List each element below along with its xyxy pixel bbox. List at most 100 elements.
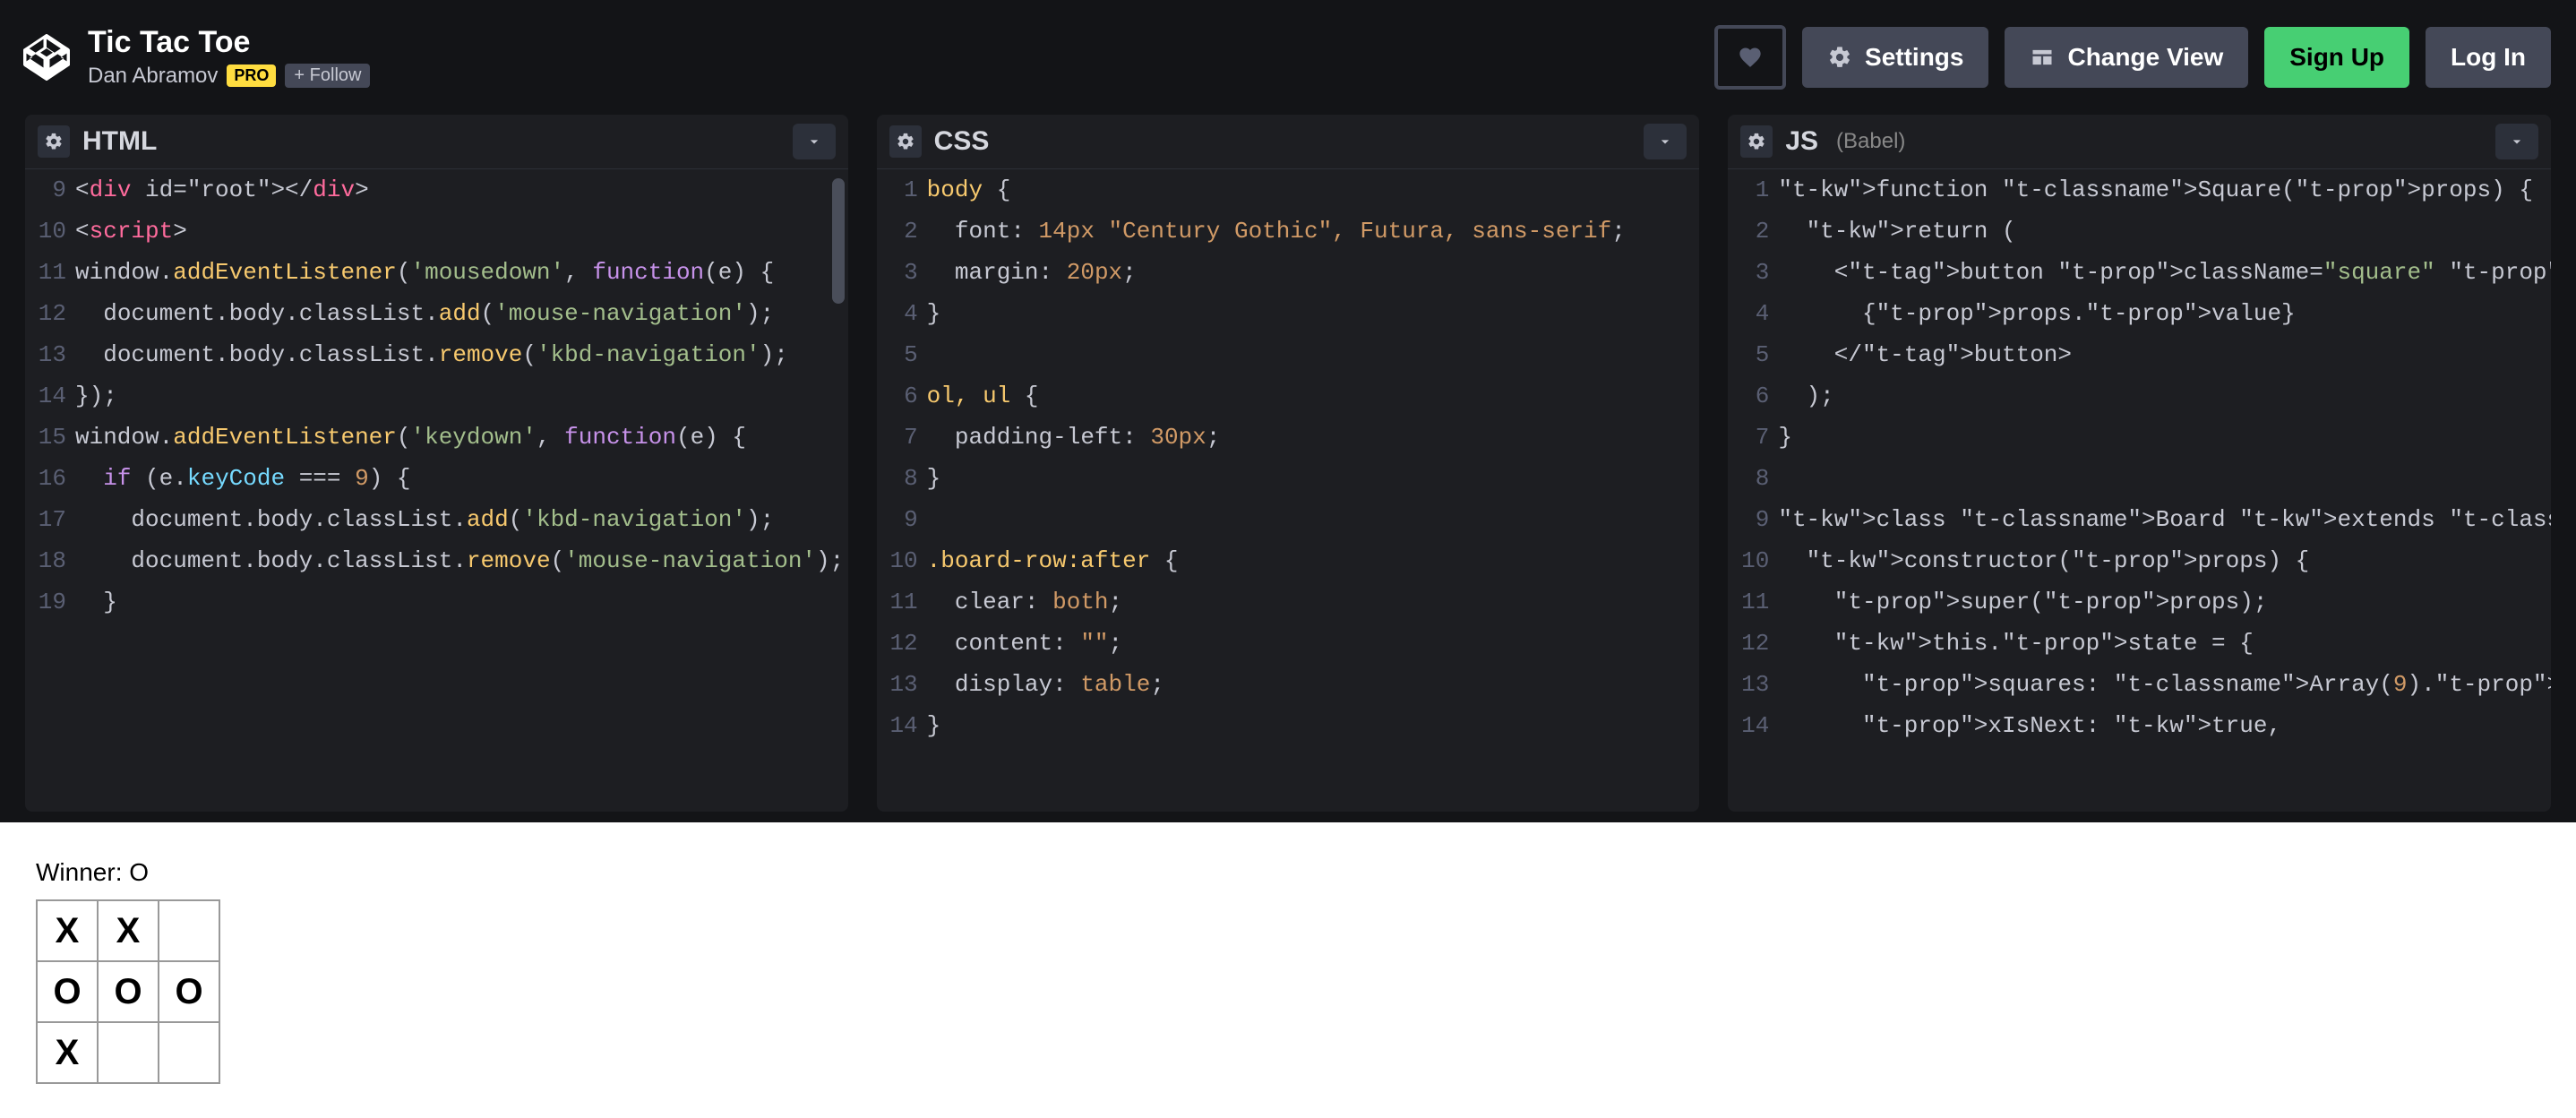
board-square[interactable]: O (36, 960, 99, 1023)
code-line[interactable]: </"t-tag">button> (1778, 334, 2551, 375)
line-number: 11 (1728, 581, 1769, 623)
js-editor-menu-button[interactable] (2495, 124, 2538, 159)
code-line[interactable]: "t-kw">function "t-classname">Square("t-… (1778, 169, 2551, 211)
css-editor-menu-button[interactable] (1644, 124, 1687, 159)
code-line[interactable]: "t-prop">xIsNext: "t-kw">true, (1778, 705, 2551, 746)
code-line[interactable]: } (927, 705, 1700, 746)
html-code-lines[interactable]: <div id="root"></div><script>window.addE… (75, 169, 848, 812)
heart-icon (1738, 45, 1763, 70)
settings-button[interactable]: Settings (1802, 27, 1988, 88)
login-button[interactable]: Log In (2426, 27, 2551, 88)
love-button[interactable] (1714, 25, 1786, 90)
code-line[interactable]: document.body.classList.add('kbd-navigat… (75, 499, 848, 540)
code-line[interactable]: } (927, 458, 1700, 499)
change-view-button[interactable]: Change View (2005, 27, 2248, 88)
html-editor-menu-button[interactable] (793, 124, 836, 159)
board-square[interactable] (158, 1021, 220, 1084)
game-board: XXOOOX (36, 899, 2540, 1082)
gear-icon (896, 132, 915, 151)
code-line[interactable]: document.body.classList.remove('kbd-navi… (75, 334, 848, 375)
board-square[interactable]: O (158, 960, 220, 1023)
line-number: 7 (877, 417, 918, 458)
code-line[interactable]: "t-kw">return ( (1778, 211, 2551, 252)
code-line[interactable]: <"t-tag">button "t-prop">className="squa… (1778, 252, 2551, 293)
css-settings-button[interactable] (889, 125, 922, 158)
code-line[interactable]: }); (75, 375, 848, 417)
follow-button[interactable]: + Follow (285, 64, 370, 88)
html-settings-button[interactable] (38, 125, 70, 158)
code-line[interactable] (927, 499, 1700, 540)
chevron-down-icon (2508, 133, 2526, 150)
code-line[interactable]: clear: both; (927, 581, 1700, 623)
line-number: 6 (877, 375, 918, 417)
code-line[interactable] (1778, 458, 2551, 499)
line-number: 18 (25, 540, 66, 581)
line-number: 10 (877, 540, 918, 581)
css-code-lines[interactable]: body { font: 14px "Century Gothic", Futu… (927, 169, 1700, 812)
code-line[interactable]: "t-kw">class "t-classname">Board "t-kw">… (1778, 499, 2551, 540)
code-line[interactable]: document.body.classList.add('mouse-navig… (75, 293, 848, 334)
code-line[interactable]: <div id="root"></div> (75, 169, 848, 211)
css-editor-panel: CSS 1234567891011121314 body { font: 14p… (877, 115, 1700, 812)
html-scrollbar-thumb[interactable] (832, 178, 845, 304)
line-number: 4 (877, 293, 918, 334)
board-square[interactable] (158, 899, 220, 962)
code-line[interactable]: document.body.classList.remove('mouse-na… (75, 540, 848, 581)
code-line[interactable]: "t-prop">super("t-prop">props); (1778, 581, 2551, 623)
code-line[interactable]: window.addEventListener('keydown', funct… (75, 417, 848, 458)
code-line[interactable]: {"t-prop">props."t-prop">value} (1778, 293, 2551, 334)
line-number: 5 (1728, 334, 1769, 375)
code-line[interactable]: .board-row:after { (927, 540, 1700, 581)
code-line[interactable]: window.addEventListener('mousedown', fun… (75, 252, 848, 293)
code-line[interactable]: body { (927, 169, 1700, 211)
code-line[interactable]: } (1778, 417, 2551, 458)
code-line[interactable]: content: ""; (927, 623, 1700, 664)
code-line[interactable]: ol, ul { (927, 375, 1700, 417)
line-number: 13 (1728, 664, 1769, 705)
line-number: 17 (25, 499, 66, 540)
code-line[interactable]: } (75, 581, 848, 623)
line-number: 2 (1728, 211, 1769, 252)
code-line[interactable]: display: table; (927, 664, 1700, 705)
js-editor-head: JS (Babel) (1728, 115, 2551, 169)
pen-author[interactable]: Dan Abramov (88, 64, 218, 89)
code-line[interactable]: "t-kw">this."t-prop">state = { (1778, 623, 2551, 664)
board-square[interactable]: X (97, 899, 159, 962)
line-number: 19 (25, 581, 66, 623)
code-line[interactable]: if (e.keyCode === 9) { (75, 458, 848, 499)
line-number: 14 (877, 705, 918, 746)
html-code-body[interactable]: 910111213141516171819 <div id="root"></d… (25, 169, 848, 812)
js-gutter: 1234567891011121314 (1728, 169, 1778, 812)
code-line[interactable]: ); (1778, 375, 2551, 417)
code-line[interactable]: margin: 20px; (927, 252, 1700, 293)
board-square[interactable] (97, 1021, 159, 1084)
code-line[interactable]: <script> (75, 211, 848, 252)
board-square[interactable]: X (36, 1021, 99, 1084)
code-line[interactable]: } (927, 293, 1700, 334)
line-number: 3 (1728, 252, 1769, 293)
board-square[interactable]: X (36, 899, 99, 962)
line-number: 12 (877, 623, 918, 664)
top-header: Tic Tac Toe Dan Abramov PRO + Follow Set… (0, 0, 2576, 115)
board-square[interactable]: O (97, 960, 159, 1023)
js-code-lines[interactable]: "t-kw">function "t-classname">Square("t-… (1778, 169, 2551, 812)
code-line[interactable]: padding-left: 30px; (927, 417, 1700, 458)
signup-button[interactable]: Sign Up (2264, 27, 2409, 88)
line-number: 2 (877, 211, 918, 252)
line-number: 1 (877, 169, 918, 211)
code-line[interactable]: font: 14px "Century Gothic", Futura, san… (927, 211, 1700, 252)
js-editor-title: JS (1785, 126, 1818, 157)
layout-icon (2030, 45, 2055, 70)
line-number: 12 (1728, 623, 1769, 664)
code-line[interactable]: "t-prop">squares: "t-classname">Array(9)… (1778, 664, 2551, 705)
pen-meta: Dan Abramov PRO + Follow (88, 64, 370, 89)
code-line[interactable] (927, 334, 1700, 375)
chevron-down-icon (805, 133, 823, 150)
line-number: 15 (25, 417, 66, 458)
code-line[interactable]: "t-kw">constructor("t-prop">props) { (1778, 540, 2551, 581)
header-actions: Settings Change View Sign Up Log In (1714, 25, 2551, 90)
css-code-body[interactable]: 1234567891011121314 body { font: 14px "C… (877, 169, 1700, 812)
js-code-body[interactable]: 1234567891011121314 "t-kw">function "t-c… (1728, 169, 2551, 812)
codepen-logo[interactable] (14, 34, 79, 81)
js-settings-button[interactable] (1740, 125, 1773, 158)
